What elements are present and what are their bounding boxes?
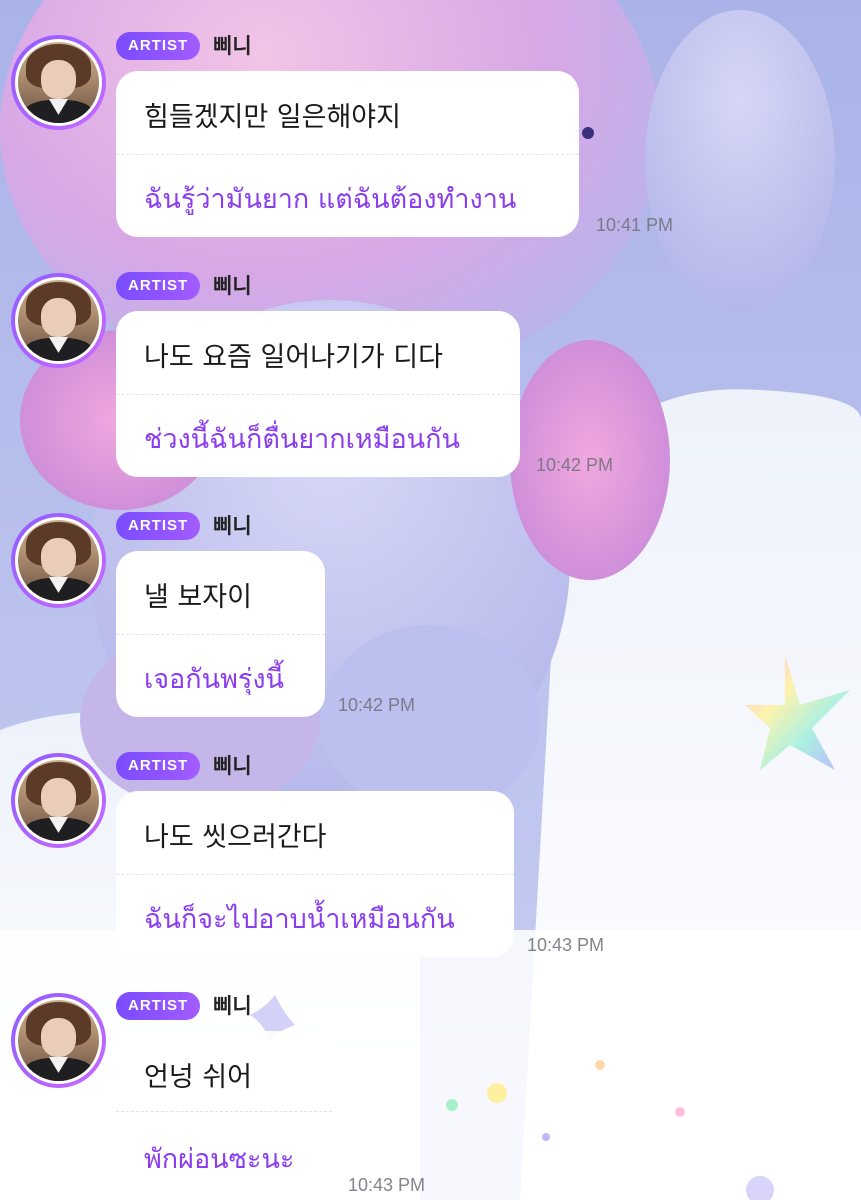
message-text: 낼 보자이 — [144, 582, 252, 613]
translation-text: พักผ่อนซะนะ — [144, 1144, 295, 1175]
message-bubble[interactable]: 낼 보자이 เจอกันพรุ่งนี้ — [116, 551, 325, 717]
translation-divider — [116, 394, 520, 395]
message-text: 나도 요즘 일어나기가 디다 — [144, 342, 443, 373]
message-timestamp: 10:41 PM — [596, 215, 674, 235]
message-timestamp: 10:42 PM — [536, 455, 614, 475]
artist-badge: ARTIST — [116, 272, 201, 300]
message-text: 언넝 쉬어 — [144, 1062, 252, 1093]
message-timestamp: 10:43 PM — [348, 1175, 426, 1195]
translation-divider — [116, 154, 579, 155]
sender-name: 삐니 — [213, 994, 252, 1018]
message-bubble[interactable]: 나도 요즘 일어나기가 디다 ช่วงนี้ฉันก็ตื่นยากเหมือน… — [116, 311, 520, 477]
translation-divider — [116, 874, 514, 875]
chat-message-list[interactable]: ARTIST 삐니 힘들겠지만 일은해야지 ฉันรู้ว่ามันยาก แต… — [0, 0, 861, 1200]
sender-name: 삐니 — [213, 754, 252, 778]
avatar[interactable] — [11, 993, 106, 1088]
translation-text: ฉันรู้ว่ามันยาก แต่ฉันต้องทำงาน — [144, 184, 517, 215]
artist-badge: ARTIST — [116, 992, 201, 1020]
artist-badge: ARTIST — [116, 32, 201, 60]
message-bubble[interactable]: 힘들겠지만 일은해야지 ฉันรู้ว่ามันยาก แต่ฉันต้องทำ… — [116, 71, 579, 237]
sender-name: 삐니 — [213, 34, 252, 58]
avatar[interactable] — [11, 753, 106, 848]
message-text: 나도 씻으러간다 — [144, 822, 327, 853]
translation-text: ฉันก็จะไปอาบน้ำเหมือนกัน — [144, 904, 455, 935]
avatar[interactable] — [11, 513, 106, 608]
sender-name: 삐니 — [213, 514, 252, 538]
translation-text: ช่วงนี้ฉันก็ตื่นยากเหมือนกัน — [144, 424, 460, 455]
artist-badge: ARTIST — [116, 512, 201, 540]
message-timestamp: 10:43 PM — [527, 935, 605, 955]
translation-divider — [116, 634, 325, 635]
artist-badge: ARTIST — [116, 752, 201, 780]
translation-text: เจอกันพรุ่งนี้ — [144, 664, 285, 695]
avatar[interactable] — [11, 273, 106, 368]
avatar[interactable] — [11, 35, 106, 130]
message-timestamp: 10:42 PM — [338, 695, 416, 715]
message-bubble[interactable]: 언넝 쉬어 พักผ่อนซะนะ — [116, 1031, 332, 1191]
sender-name: 삐니 — [213, 274, 252, 298]
message-text: 힘들겠지만 일은해야지 — [144, 102, 401, 133]
message-bubble[interactable]: 나도 씻으러간다 ฉันก็จะไปอาบน้ำเหมือนกัน — [116, 791, 514, 957]
translation-divider — [116, 1111, 332, 1112]
